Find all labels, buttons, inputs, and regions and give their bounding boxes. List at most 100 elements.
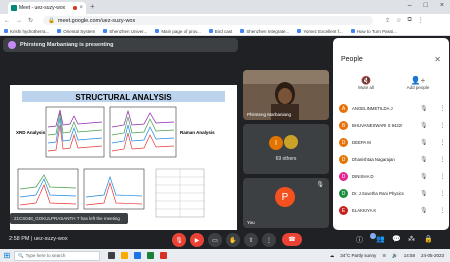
recording-dot-icon [73, 6, 78, 10]
mute-all-button[interactable]: 🔇 Mute all [341, 76, 391, 90]
mic-off-icon: 🎙 [420, 191, 428, 197]
participant-row[interactable]: B BHUVANESWARI S 9422! 🎙 ⋮ [333, 117, 449, 134]
add-person-icon: 👤+ [410, 76, 426, 85]
tab-meet[interactable]: Meet - uez-suzy-wox × [8, 2, 86, 14]
bookmark-item[interactable]: Shenzhen Univer... [103, 29, 147, 34]
participant-row[interactable]: E ELAKKIYA K 🎙 ⋮ [333, 202, 449, 219]
forward-arrow-icon[interactable]: → [16, 18, 22, 24]
new-tab-button[interactable]: + [90, 2, 95, 11]
mic-off-icon: 🎙 [420, 157, 428, 163]
participant-name: DEEPA M [352, 140, 371, 145]
participant-avatar: A [339, 104, 348, 113]
powerpoint-icon[interactable] [160, 252, 167, 259]
participant-avatar: D [339, 155, 348, 164]
participant-row[interactable]: D Dr. J.Suvetha Rani Physics 🎙 ⋮ [333, 185, 449, 202]
more-options-icon[interactable]: ⋮ [440, 190, 446, 197]
chat-icon[interactable]: 💬 [392, 235, 401, 243]
share-icon[interactable]: ⇪ [385, 17, 390, 24]
maximize-button[interactable]: □ [424, 2, 428, 9]
bookmark-icon [240, 29, 245, 33]
self-avatar: P [275, 187, 295, 207]
participant-row[interactable]: A ANGELINMETILDA J 🎙 ⋮ [333, 100, 449, 117]
leave-call-button[interactable]: ☎ [282, 233, 302, 246]
reload-icon[interactable]: ↻ [28, 17, 33, 24]
meeting-time: 2:58 PM [9, 236, 30, 242]
mic-off-icon: 🎙 [420, 106, 428, 112]
participant-row[interactable]: D DEEPA M 🎙 ⋮ [333, 134, 449, 151]
tab-close-icon[interactable]: × [79, 5, 83, 11]
participant-avatar: D [339, 172, 348, 181]
bookmark-item[interactable]: Krishi hydrotherra... [4, 29, 49, 34]
more-options-icon[interactable]: ⋮ [440, 105, 446, 112]
participant-row[interactable]: D Dhanishtaa Nagarajan 🎙 ⋮ [333, 151, 449, 168]
more-options-icon[interactable]: ⋮ [440, 173, 446, 180]
excel-icon[interactable] [147, 252, 154, 259]
bookmark-item[interactable]: Shenzhen Integrate... [240, 29, 289, 34]
mic-toggle-button[interactable]: 🎙 [172, 233, 186, 247]
bookmark-item[interactable]: Oriental System [57, 29, 95, 34]
other-avatar-i: I [269, 136, 283, 150]
close-icon[interactable]: ✕ [434, 55, 441, 64]
participant-row[interactable]: D DINISHA D 🎙 ⋮ [333, 168, 449, 185]
minimize-button[interactable]: – [408, 2, 412, 9]
people-panel: People ✕ 🔇 Mute all 👤+ Add people A ANGE… [333, 38, 449, 230]
file-explorer-icon[interactable] [121, 252, 128, 259]
others-count: 69 others [275, 156, 297, 162]
camera-toggle-button[interactable]: ▶ [190, 233, 204, 247]
url-input[interactable]: 🔒 meet.google.com/uez-suzy-wox [43, 16, 374, 25]
back-arrow-icon[interactable]: ← [4, 18, 10, 24]
presenter-tile[interactable]: Phirsteng Marbaniang [243, 70, 329, 120]
info-icon[interactable]: ⓘ [356, 235, 363, 245]
host-controls-icon[interactable]: 🔒 [424, 235, 433, 243]
participant-avatar: E [339, 206, 348, 215]
participant-name: ELAKKIYA K [352, 208, 377, 213]
presenting-text: Phirsteng Marbaniang is presenting [20, 42, 114, 48]
address-bar-row: ← → ↻ 🔒 meet.google.com/uez-suzy-wox ⇪ ☆… [0, 14, 450, 27]
participant-avatar: D [339, 189, 348, 198]
activities-icon[interactable]: ⁂ [408, 235, 415, 243]
chrome-icon[interactable] [134, 252, 141, 259]
participant-name: Dr. J.Suvetha Rani Physics [352, 191, 404, 196]
more-options-icon[interactable]: ⋮ [440, 139, 446, 146]
bookmark-icon [350, 29, 355, 33]
others-tile[interactable]: I 69 others [243, 124, 329, 174]
more-options-icon[interactable]: ⋮ [440, 122, 446, 129]
more-options-icon[interactable]: ⋮ [440, 156, 446, 163]
close-window-button[interactable]: × [440, 2, 444, 9]
bookmark-icon [57, 29, 62, 33]
windows-start-icon[interactable]: ⊞ [0, 249, 14, 262]
tab-title: Meet - uez-suzy-wox [19, 5, 66, 11]
bookmark-item[interactable]: Yomez Excellent f... [297, 29, 343, 34]
captions-button[interactable]: ▭ [208, 233, 222, 247]
present-button[interactable]: ⇧ [244, 233, 258, 247]
raise-hand-button[interactable]: ✋ [226, 233, 240, 247]
bookmark-item[interactable]: Bird cast [208, 29, 232, 34]
toast-text: 21CS048_GOKULPRASANTH T has left the mee… [14, 216, 120, 221]
presenting-banner: Phirsteng Marbaniang is presenting [3, 38, 238, 52]
extensions-icon[interactable]: ⧉ [407, 17, 411, 24]
participant-avatar: B [339, 121, 348, 130]
browser-toolbar: ⇪ ☆ ⧉ ⋮ [385, 17, 424, 24]
mic-off-icon: 🎙 [420, 174, 428, 180]
more-options-icon[interactable]: ⋮ [440, 207, 446, 214]
browser-tab-bar: Meet - uez-suzy-wox × + – □ × [0, 0, 450, 14]
menu-icon[interactable]: ⋮ [418, 17, 424, 24]
taskbar-search-input[interactable]: 🔍 Type here to search [14, 250, 100, 261]
lock-icon: 🔒 [48, 17, 55, 24]
bookmark-icon [103, 29, 108, 33]
wifi-icon[interactable]: ≋ [382, 253, 386, 259]
people-icon[interactable]: 👥 [376, 235, 385, 243]
participant-left-toast: 21CS048_GOKULPRASANTH T has left the mee… [10, 213, 128, 224]
bookmark-item[interactable]: How to Turn Passi... [350, 29, 397, 34]
task-view-icon[interactable] [108, 252, 115, 259]
volume-icon[interactable]: 🔊 [392, 253, 398, 259]
star-icon[interactable]: ☆ [396, 17, 401, 24]
add-people-button[interactable]: 👤+ Add people [393, 76, 443, 90]
bookmark-icon [4, 29, 8, 33]
bookmark-item[interactable]: Main page of prov... [155, 29, 201, 34]
bookmark-icon [297, 29, 302, 33]
more-options-button[interactable]: ⋮ [262, 233, 276, 247]
self-tile[interactable]: P 🎙 You [243, 178, 329, 228]
taskbar-apps [108, 252, 167, 259]
bookmarks-bar: Krishi hydrotherra... Oriental System Sh… [0, 27, 450, 36]
